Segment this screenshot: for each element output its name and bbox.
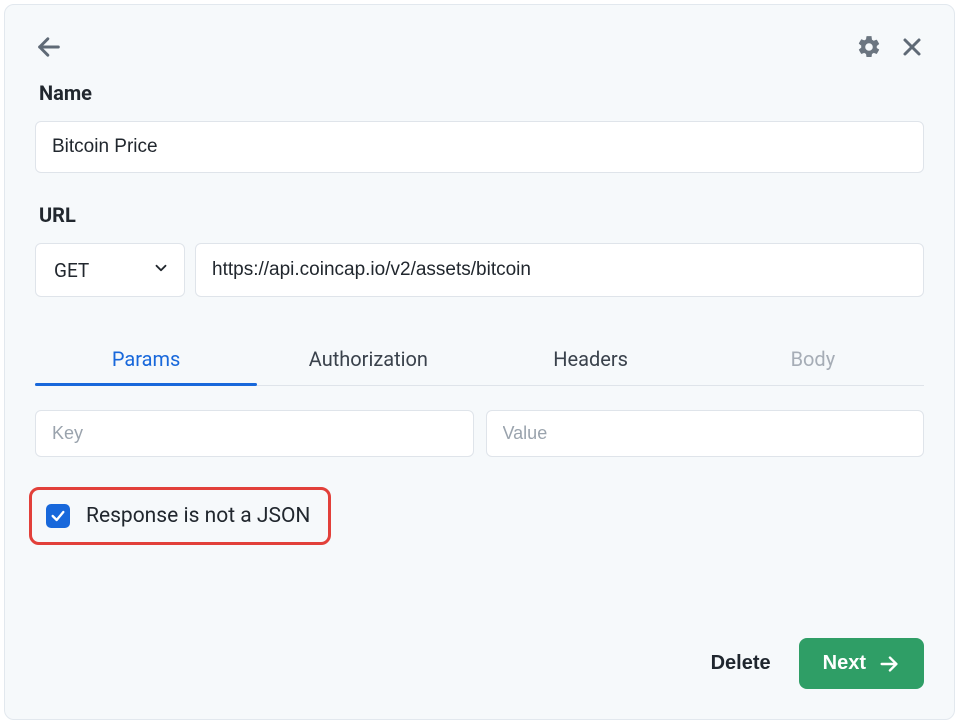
response-not-json-label: Response is not a JSON	[86, 504, 310, 528]
top-bar	[35, 33, 924, 61]
tab-params[interactable]: Params	[35, 337, 257, 385]
param-value-input[interactable]	[486, 410, 925, 457]
close-icon	[900, 35, 924, 59]
settings-button[interactable]	[856, 34, 882, 60]
next-button-label: Next	[823, 652, 866, 675]
param-row	[35, 410, 924, 457]
next-button[interactable]: Next	[799, 638, 924, 689]
url-section: URL GET	[35, 203, 924, 297]
name-input[interactable]	[35, 121, 924, 173]
arrow-left-icon	[35, 33, 63, 61]
tab-headers[interactable]: Headers	[480, 337, 702, 385]
param-key-input[interactable]	[35, 410, 474, 457]
name-label: Name	[39, 81, 924, 105]
close-button[interactable]	[900, 35, 924, 59]
tabs: Params Authorization Headers Body	[35, 337, 924, 386]
back-button[interactable]	[35, 33, 63, 61]
check-icon	[50, 508, 66, 524]
response-not-json-checkbox[interactable]	[46, 504, 70, 528]
arrow-right-icon	[878, 653, 900, 675]
gear-icon	[856, 34, 882, 60]
delete-button[interactable]: Delete	[711, 652, 771, 675]
http-method-value: GET	[54, 259, 89, 282]
url-input[interactable]	[195, 243, 924, 297]
name-section: Name	[35, 81, 924, 173]
http-method-select[interactable]: GET	[35, 243, 185, 297]
request-config-panel: Name URL GET Params Authorization Header…	[4, 4, 955, 720]
footer-actions: Delete Next	[711, 638, 924, 689]
tab-authorization[interactable]: Authorization	[257, 337, 479, 385]
tab-body: Body	[702, 337, 924, 385]
response-not-json-row: Response is not a JSON	[29, 487, 331, 545]
url-label: URL	[39, 203, 924, 227]
chevron-down-icon	[152, 259, 170, 282]
